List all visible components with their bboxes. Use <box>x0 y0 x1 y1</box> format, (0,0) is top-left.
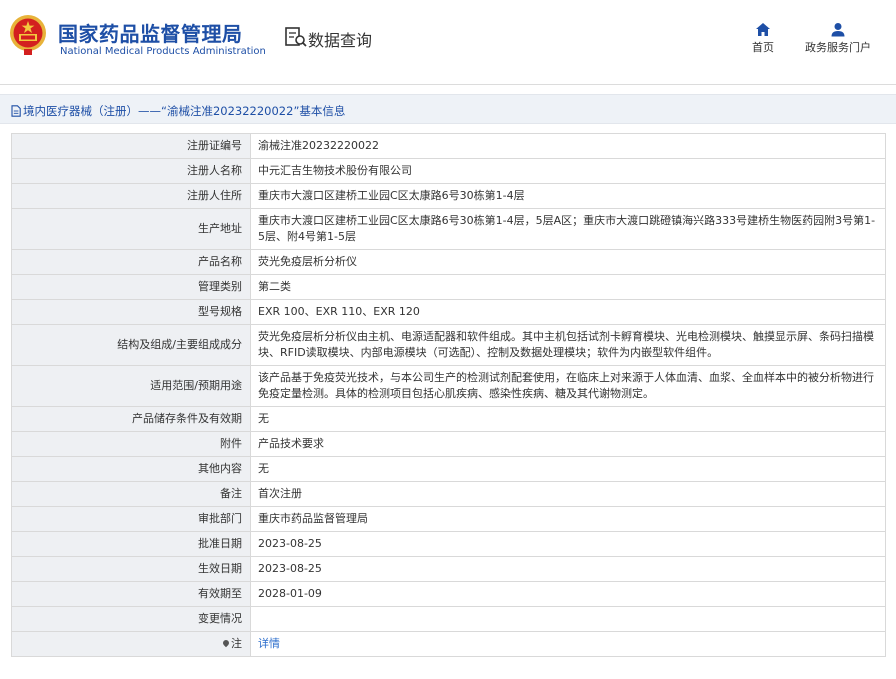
row-label: 生产地址 <box>11 208 251 250</box>
row-value: 2023-08-25 <box>250 556 886 582</box>
row-value: 第二类 <box>250 274 886 300</box>
table-row: 结构及组成/主要组成成分 荧光免疫层析分析仪由主机、电源适配器和软件组成。其中主… <box>11 324 886 366</box>
site-subtitle: National Medical Products Administration <box>60 46 266 57</box>
row-value: 荧光免疫层析分析仪由主机、电源适配器和软件组成。其中主机包括试剂卡孵育模块、光电… <box>250 324 886 366</box>
table-row: 产品储存条件及有效期 无 <box>11 406 886 432</box>
pin-icon <box>221 638 231 648</box>
row-value: 2028-01-09 <box>250 581 886 607</box>
row-label: 附件 <box>11 431 251 457</box>
row-label: 注册证编号 <box>11 133 251 159</box>
details-link[interactable]: 详情 <box>258 637 280 650</box>
row-value: 详情 <box>250 631 886 657</box>
table-row: 产品名称 荧光免疫层析分析仪 <box>11 249 886 275</box>
nav-home-label: 首页 <box>752 41 774 54</box>
breadcrumb: 境内医疗器械（注册）——“渝械注准20232220022”基本信息 <box>11 103 345 119</box>
data-query-icon <box>285 27 307 47</box>
row-value: 重庆市大渡口区建桥工业园C区太康路6号30栋第1-4层，5层A区；重庆市大渡口跳… <box>250 208 886 250</box>
row-label: 结构及组成/主要组成成分 <box>11 324 251 366</box>
row-value: 产品技术要求 <box>250 431 886 457</box>
nav-portal-link[interactable]: 政务服务门户 <box>803 22 873 55</box>
nav-home-link[interactable]: 首页 <box>748 22 778 55</box>
row-value <box>250 606 886 632</box>
national-emblem-icon <box>10 15 46 55</box>
user-icon <box>831 23 845 37</box>
row-label: 有效期至 <box>11 581 251 607</box>
row-value: 渝械注准20232220022 <box>250 133 886 159</box>
table-row: 注册人住所 重庆市大渡口区建桥工业园C区太康路6号30栋第1-4层 <box>11 183 886 209</box>
row-value: 中元汇吉生物技术股份有限公司 <box>250 158 886 184</box>
table-row: 备注 首次注册 <box>11 481 886 507</box>
row-label: 注册人名称 <box>11 158 251 184</box>
table-row: 生产地址 重庆市大渡口区建桥工业园C区太康路6号30栋第1-4层，5层A区；重庆… <box>11 208 886 250</box>
row-label: 型号规格 <box>11 299 251 325</box>
row-label: 批准日期 <box>11 531 251 557</box>
table-row: 变更情况 <box>11 606 886 632</box>
site-header: 国家药品监督管理局 National Medical Products Admi… <box>0 0 896 85</box>
table-row: 审批部门 重庆市药品监督管理局 <box>11 506 886 532</box>
table-row: 其他内容 无 <box>11 456 886 482</box>
table-row: 附件 产品技术要求 <box>11 431 886 457</box>
table-row: 管理类别 第二类 <box>11 274 886 300</box>
row-label: 变更情况 <box>11 606 251 632</box>
table-row: 注册人名称 中元汇吉生物技术股份有限公司 <box>11 158 886 184</box>
row-label: 备注 <box>11 481 251 507</box>
row-value: 该产品基于免疫荧光技术，与本公司生产的检测试剂配套使用，在临床上对来源于人体血清… <box>250 365 886 407</box>
document-icon <box>11 105 21 117</box>
row-value: 首次注册 <box>250 481 886 507</box>
table-row: 有效期至 2028-01-09 <box>11 581 886 607</box>
row-value: 重庆市药品监督管理局 <box>250 506 886 532</box>
row-label: 适用范围/预期用途 <box>11 365 251 407</box>
row-label: 注 <box>11 631 251 657</box>
table-row: 批准日期 2023-08-25 <box>11 531 886 557</box>
row-label: 审批部门 <box>11 506 251 532</box>
registration-detail-table: 注册证编号 渝械注准20232220022 注册人名称 中元汇吉生物技术股份有限… <box>11 133 886 657</box>
nav-portal-label: 政务服务门户 <box>805 41 871 54</box>
row-label: 产品名称 <box>11 249 251 275</box>
row-label: 其他内容 <box>11 456 251 482</box>
table-row: 适用范围/预期用途 该产品基于免疫荧光技术，与本公司生产的检测试剂配套使用，在临… <box>11 365 886 407</box>
row-value: EXR 100、EXR 110、EXR 120 <box>250 299 886 325</box>
note-label: 注 <box>231 637 242 650</box>
table-row: 注册证编号 渝械注准20232220022 <box>11 133 886 159</box>
breadcrumb-bar: 境内医疗器械（注册）——“渝械注准20232220022”基本信息 <box>0 94 896 124</box>
table-row: 注 详情 <box>11 631 886 657</box>
row-label: 管理类别 <box>11 274 251 300</box>
row-value: 荧光免疫层析分析仪 <box>250 249 886 275</box>
row-label: 生效日期 <box>11 556 251 582</box>
row-value: 无 <box>250 406 886 432</box>
home-icon <box>756 23 770 36</box>
site-title: 国家药品监督管理局 <box>58 22 243 46</box>
section-title: 数据查询 <box>308 31 373 50</box>
row-value: 2023-08-25 <box>250 531 886 557</box>
row-label: 产品储存条件及有效期 <box>11 406 251 432</box>
row-value: 无 <box>250 456 886 482</box>
row-value: 重庆市大渡口区建桥工业园C区太康路6号30栋第1-4层 <box>250 183 886 209</box>
row-label: 注册人住所 <box>11 183 251 209</box>
breadcrumb-text: 境内医疗器械（注册）——“渝械注准20232220022”基本信息 <box>23 104 346 118</box>
table-row: 型号规格 EXR 100、EXR 110、EXR 120 <box>11 299 886 325</box>
table-row: 生效日期 2023-08-25 <box>11 556 886 582</box>
